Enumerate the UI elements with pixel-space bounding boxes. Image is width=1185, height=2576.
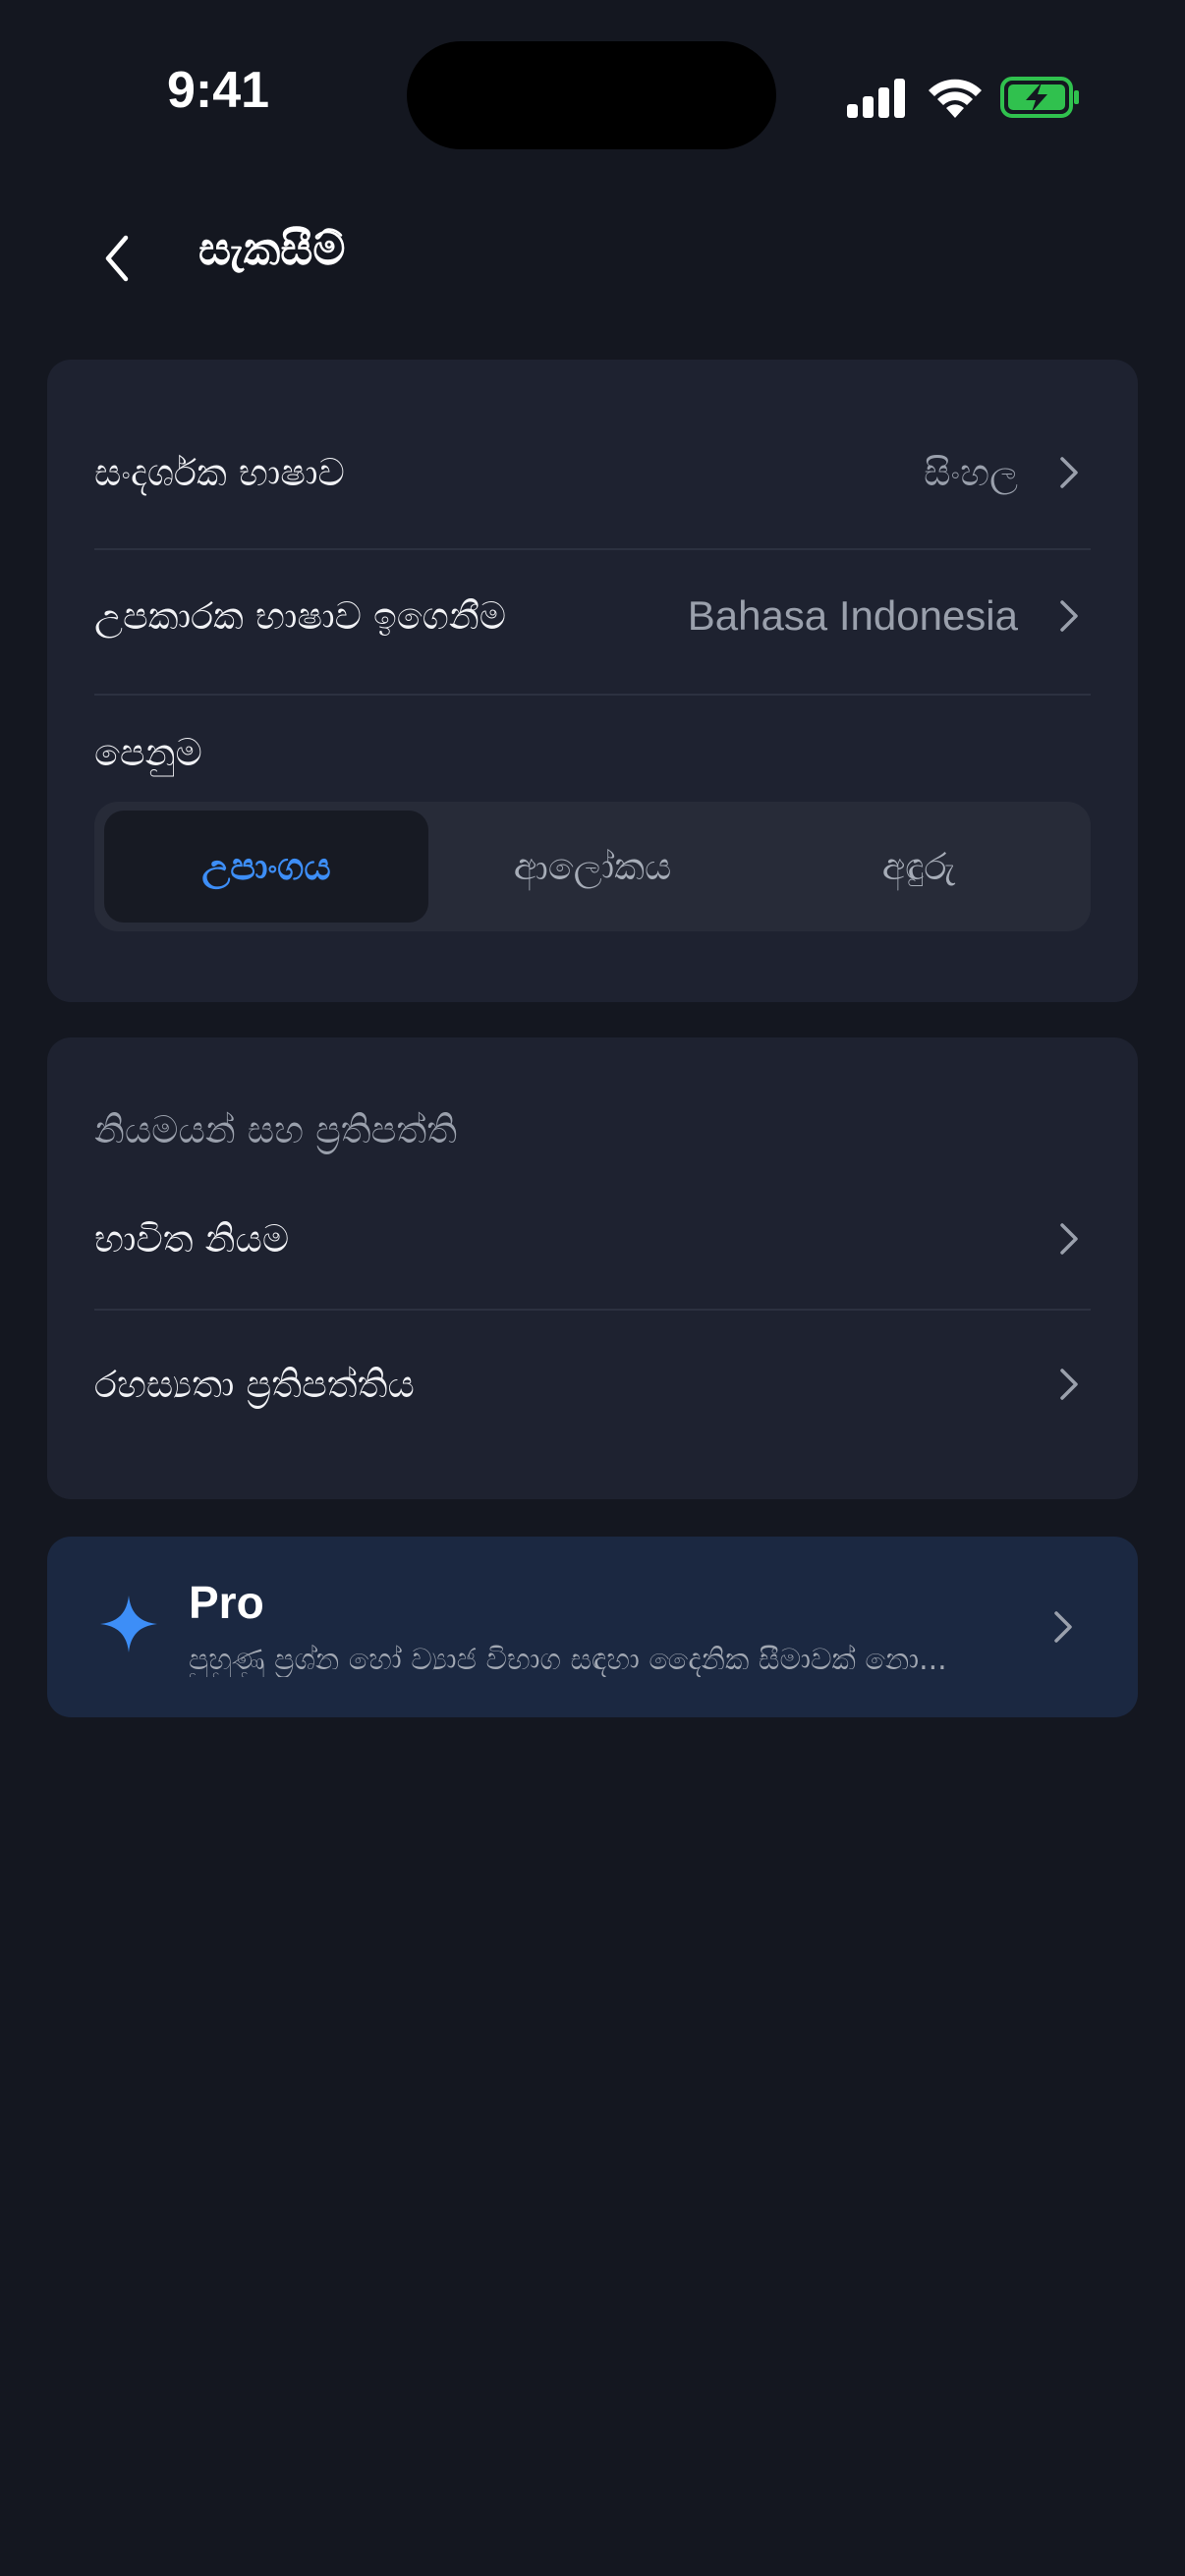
privacy-row[interactable]: රහස්‍යතා ප්‍රතිපත්තිය — [94, 1350, 1091, 1419]
appearance-label: පෙනුම — [94, 731, 202, 774]
policies-card: නියමයන් සහ ප්‍රතිපත්ති භාවිත නියම රහස්‍ය… — [47, 1037, 1138, 1499]
appearance-option-light[interactable]: ආලෝකය — [430, 811, 755, 923]
status-bar: 9:41 — [0, 0, 1185, 187]
battery-charging-icon — [1000, 77, 1079, 118]
wifi-icon — [929, 79, 982, 118]
page-title: සැකසීම් — [198, 222, 346, 275]
back-button[interactable] — [83, 224, 151, 293]
chevron-left-icon — [105, 235, 129, 282]
chevron-right-icon — [1042, 1605, 1085, 1649]
display-language-row[interactable]: සංදර්ශක භාෂාව සිංහල — [94, 438, 1091, 507]
appearance-segmented-control: උපාංගය ආලෝකය අඳුරු — [94, 802, 1091, 931]
policies-section-title: නියමයන් සහ ප්‍රතිපත්ති — [94, 1108, 458, 1151]
divider — [94, 548, 1091, 550]
display-language-label: සංදර්ශක භාෂාව — [94, 450, 345, 494]
header: සැකසීම් — [0, 196, 1185, 314]
terms-row[interactable]: භාවිත නියම — [94, 1204, 1091, 1273]
cellular-signal-icon — [847, 79, 905, 118]
sparkle-icon — [100, 1596, 157, 1652]
pro-subtitle: පුහුණු ප්‍රශ්න හෝ ව්‍යාජ විභාග සඳහා දෛනි… — [189, 1643, 947, 1677]
status-time: 9:41 — [167, 62, 270, 119]
chevron-right-icon — [1047, 1217, 1091, 1260]
chevron-right-icon — [1047, 1363, 1091, 1406]
chevron-right-icon — [1047, 594, 1091, 638]
settings-card: සංදර්ශක භාෂාව සිංහල උපකාරක භාෂාව ඉගෙනීම … — [47, 360, 1138, 1002]
learning-language-label: උපකාරක භාෂාව ඉගෙනීම — [94, 593, 507, 638]
divider — [94, 694, 1091, 696]
dynamic-island — [407, 41, 776, 149]
divider — [94, 1309, 1091, 1311]
learning-language-row[interactable]: උපකාරක භාෂාව ඉගෙනීම Bahasa Indonesia — [94, 582, 1091, 650]
appearance-option-device[interactable]: උපාංගය — [104, 811, 428, 923]
terms-label: භාවිත නියම — [94, 1216, 290, 1260]
pro-title: Pro — [189, 1577, 264, 1628]
appearance-option-dark[interactable]: අඳුරු — [757, 811, 1081, 923]
privacy-label: රහස්‍යතා ප්‍රතිපත්තිය — [94, 1362, 415, 1406]
chevron-right-icon — [1047, 451, 1091, 494]
display-language-value: සිංහල — [924, 450, 1018, 494]
learning-language-value: Bahasa Indonesia — [687, 592, 1018, 639]
pro-upgrade-card[interactable]: Pro පුහුණු ප්‍රශ්න හෝ ව්‍යාජ විභාග සඳහා … — [47, 1537, 1138, 1717]
